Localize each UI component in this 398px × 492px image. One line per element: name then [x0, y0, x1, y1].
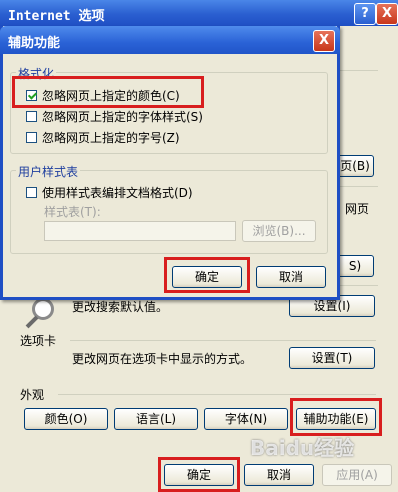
highlight-dialog-ok [164, 257, 250, 293]
use-stylesheet-option[interactable]: 使用样式表编排文档格式(D) [26, 184, 193, 200]
languages-button[interactable]: 语言(L) [114, 408, 198, 430]
tabs-description: 更改网页在选项卡中显示的方式。 [72, 352, 253, 366]
dialog-title: 辅助功能 [8, 36, 61, 51]
ignore-font-styles-checkbox[interactable] [26, 110, 37, 122]
accessibility-dialog-titlebar: 辅助功能 X [0, 26, 340, 54]
search-description: 更改搜索默认值。 [72, 300, 169, 314]
divider [340, 285, 378, 286]
tabs-section-label: 选项卡 [20, 334, 57, 348]
appearance-section-label: 外观 [20, 388, 45, 402]
partial-label: 网页 [345, 202, 370, 216]
partial-button-s[interactable]: S) [336, 255, 374, 277]
ignore-font-size-option[interactable]: 忽略网页上指定的字号(Z) [26, 129, 180, 145]
help-button[interactable]: ? [354, 3, 376, 25]
ignore-font-size-label: 忽略网页上指定的字号(Z) [42, 130, 180, 145]
tabs-settings-button[interactable]: 设置(T) [289, 347, 375, 369]
stylesheet-label: 样式表(T): [44, 205, 101, 219]
highlight-accessibility-button [290, 398, 382, 436]
stylesheet-path-input[interactable] [44, 221, 236, 241]
fonts-button[interactable]: 字体(N) [204, 408, 288, 430]
browse-button[interactable]: 浏览(B)... [242, 220, 316, 242]
internet-options-titlebar: Internet 选项 ? X [0, 0, 398, 26]
partial-button-b[interactable]: 页(B) [336, 155, 374, 177]
divider [58, 394, 376, 395]
user-stylesheet-caption: 用户样式表 [16, 163, 81, 180]
use-stylesheet-checkbox[interactable] [26, 186, 37, 198]
baidu-watermark: Baidu经验 [250, 436, 355, 460]
ignore-font-size-checkbox[interactable] [26, 131, 37, 143]
dialog-close-button[interactable]: X [313, 30, 335, 52]
divider [340, 70, 378, 71]
divider [340, 186, 378, 187]
highlight-ok-button [158, 457, 240, 492]
use-stylesheet-label: 使用样式表编排文档格式(D) [42, 185, 193, 200]
window-title: Internet 选项 [8, 9, 105, 24]
apply-button[interactable]: 应用(A) [322, 464, 392, 486]
dialog-cancel-button[interactable]: 取消 [256, 266, 326, 288]
highlight-ignore-colors [12, 76, 204, 108]
divider [70, 340, 376, 341]
colors-button[interactable]: 颜色(O) [24, 408, 108, 430]
window-close-button[interactable]: X [376, 3, 398, 25]
cancel-button[interactable]: 取消 [244, 464, 314, 486]
ignore-font-styles-label: 忽略网页上指定的字体样式(S) [42, 109, 203, 124]
ignore-font-styles-option[interactable]: 忽略网页上指定的字体样式(S) [26, 108, 203, 124]
